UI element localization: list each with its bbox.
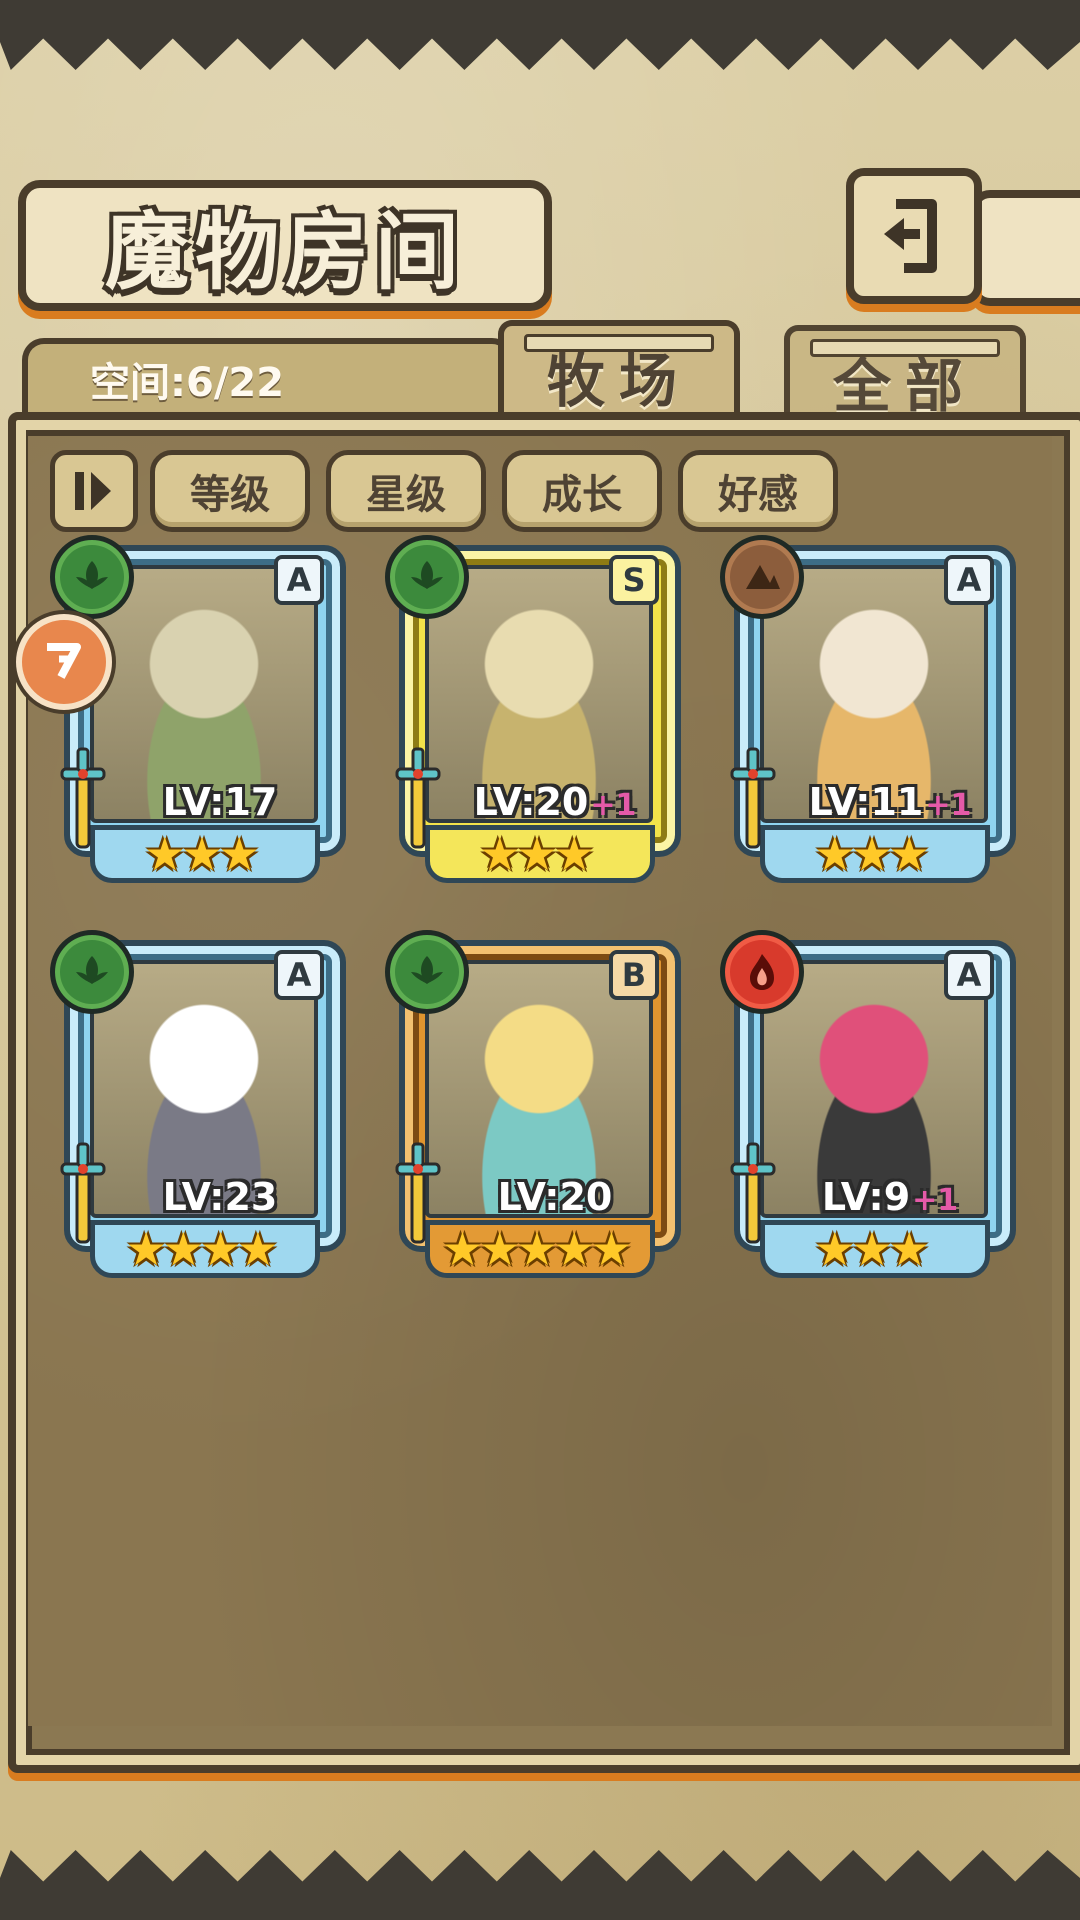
level-label: LV:17 — [120, 780, 320, 824]
wood-element-icon — [385, 930, 469, 1014]
star-icon: ★ — [162, 1222, 204, 1276]
earth-element-icon — [720, 535, 804, 619]
rank-badge: A — [944, 950, 994, 1000]
star-icon: ★ — [814, 1222, 855, 1276]
tab-rail — [524, 334, 714, 352]
star-icon: ★ — [479, 1222, 520, 1276]
page-title: 魔物房间 — [104, 202, 465, 301]
level-value: LV:9 — [821, 1175, 911, 1219]
monster-card[interactable]: A LV:23 ★★★★ — [50, 930, 350, 1278]
sort-affection-button[interactable]: 好感 — [678, 450, 838, 532]
sort-order-toggle[interactable] — [50, 450, 138, 532]
level-bonus: +1 — [590, 788, 637, 823]
level-bonus: +1 — [925, 788, 972, 823]
star-rating: ★★★ — [760, 829, 980, 879]
level-value: LV:20 — [497, 1175, 613, 1219]
sort-level-label: 等级 — [190, 471, 270, 518]
star-icon: ★ — [851, 1222, 892, 1276]
star-rating: ★★★ — [425, 829, 645, 879]
level-label: LV:9+1 — [790, 1175, 990, 1219]
tab-ranch[interactable]: 牧场 — [498, 320, 740, 426]
star-icon: ★ — [888, 1222, 930, 1276]
tab-rail — [810, 339, 1000, 357]
star-icon: ★ — [814, 827, 855, 881]
level-value: LV:20 — [473, 780, 589, 824]
wood-element-icon — [385, 535, 469, 619]
star-icon: ★ — [888, 827, 930, 881]
star-icon: ★ — [441, 1222, 483, 1276]
sort-star-label: 星级 — [366, 471, 446, 518]
level-value: LV:17 — [162, 780, 278, 824]
sort-growth-button[interactable]: 成长 — [502, 450, 662, 532]
wood-element-icon — [50, 930, 134, 1014]
star-icon: ★ — [144, 827, 185, 881]
level-label: LV:23 — [120, 1175, 320, 1219]
star-rating: ★★★ — [760, 1224, 980, 1274]
star-icon: ★ — [200, 1222, 241, 1276]
wood-element-icon — [50, 535, 134, 619]
level-label: LV:20+1 — [455, 780, 655, 824]
title-plaque: 魔物房间 — [18, 180, 552, 311]
back-bar — [970, 190, 1080, 306]
rank-badge: A — [944, 555, 994, 605]
star-icon: ★ — [181, 827, 222, 881]
arrow-marker-icon — [47, 643, 81, 679]
monster-card[interactable]: S LV:20+1 ★★★ — [385, 535, 685, 883]
sort-level-button[interactable]: 等级 — [150, 450, 310, 532]
level-label: LV:11+1 — [790, 780, 990, 824]
rank-badge: B — [609, 950, 659, 1000]
star-icon: ★ — [553, 1222, 595, 1276]
sort-growth-label: 成长 — [542, 471, 622, 518]
star-icon: ★ — [590, 1222, 632, 1276]
level-value: LV:23 — [162, 1175, 278, 1219]
star-icon: ★ — [218, 827, 260, 881]
level-label: LV:20 — [455, 1175, 655, 1219]
level-bonus: +1 — [912, 1183, 959, 1218]
sort-star-button[interactable]: 星级 — [326, 450, 486, 532]
rank-badge: A — [274, 950, 324, 1000]
star-icon: ★ — [479, 827, 520, 881]
level-value: LV:11 — [808, 780, 924, 824]
star-icon: ★ — [851, 827, 892, 881]
star-icon: ★ — [516, 1222, 557, 1276]
team-marker-badge — [16, 614, 112, 710]
star-rating: ★★★ — [90, 829, 310, 879]
monster-card[interactable]: A LV:17 ★★★ — [50, 535, 350, 883]
star-icon: ★ — [516, 827, 557, 881]
fire-element-icon — [720, 930, 804, 1014]
star-rating: ★★★★★ — [425, 1224, 645, 1274]
rank-badge: S — [609, 555, 659, 605]
star-rating: ★★★★ — [90, 1224, 310, 1274]
back-arrow-icon — [884, 199, 937, 273]
sort-order-icon — [75, 472, 111, 510]
monster-card[interactable]: A LV:11+1 ★★★ — [720, 535, 1020, 883]
space-counter: 空间:6/22 — [90, 360, 285, 406]
star-icon: ★ — [237, 1222, 278, 1276]
rank-badge: A — [274, 555, 324, 605]
monster-card[interactable]: A LV:9+1 ★★★ — [720, 930, 1020, 1278]
star-icon: ★ — [125, 1222, 167, 1276]
monster-card[interactable]: B LV:20 ★★★★★ — [385, 930, 685, 1278]
back-button[interactable] — [846, 168, 982, 304]
star-icon: ★ — [553, 827, 595, 881]
sort-affection-label: 好感 — [718, 471, 798, 518]
